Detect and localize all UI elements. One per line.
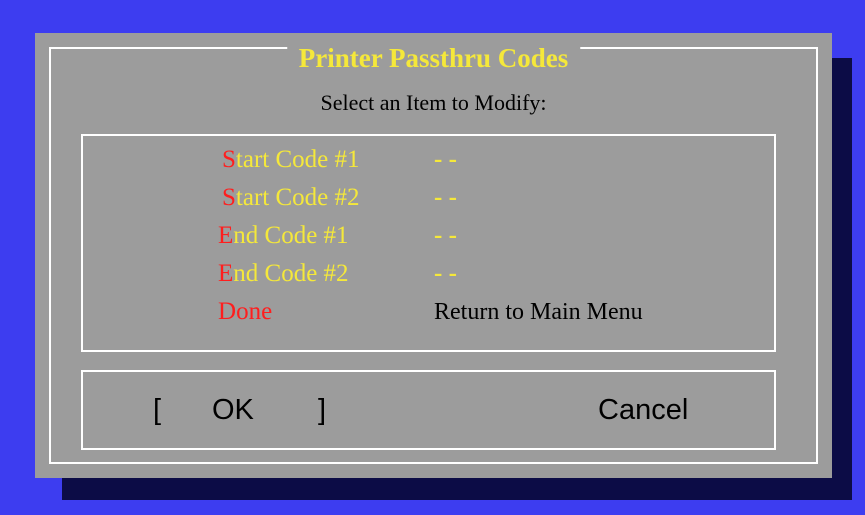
item-label: End Code #1	[218, 218, 349, 254]
menu-item-done[interactable]: Done Return to Main Menu	[83, 294, 763, 330]
cancel-button[interactable]: Cancel	[598, 372, 728, 448]
item-label: Start Code #2	[222, 180, 360, 216]
desktop-background: Printer Passthru Codes Select an Item to…	[0, 0, 865, 515]
item-label-text: tart Code #2	[235, 184, 360, 211]
ok-button[interactable]: [ OK ]	[153, 372, 343, 448]
select-prompt: Select an Item to Modify:	[320, 90, 547, 115]
item-value: - -	[434, 260, 457, 287]
item-value: Return to Main Menu	[434, 299, 643, 325]
item-label: End Code #2	[218, 256, 349, 292]
item-label-text: nd Code #2	[233, 260, 349, 287]
menu-item-start-code-1[interactable]: Start Code #1 - -	[83, 142, 763, 178]
item-label-text: tart Code #1	[235, 146, 360, 173]
ok-open-bracket: [	[153, 394, 162, 426]
ok-button-label: OK	[212, 394, 254, 426]
item-label: Start Code #1	[222, 142, 360, 178]
button-bar: [ OK ] Cancel	[81, 370, 776, 450]
menu-item-start-code-2[interactable]: Start Code #2 - -	[83, 180, 763, 216]
items-list: Start Code #1 - - Start Code #2 - - End …	[81, 134, 776, 352]
hotkey-letter: E	[218, 260, 234, 287]
item-label: Done	[218, 294, 272, 330]
menu-item-end-code-2[interactable]: End Code #2 - -	[83, 256, 763, 292]
hotkey-letter: S	[222, 184, 236, 211]
item-value: - -	[434, 184, 457, 211]
item-label-text: one	[236, 298, 273, 325]
item-value: - -	[434, 222, 457, 249]
item-label-text: nd Code #1	[233, 222, 349, 249]
hotkey-letter: E	[218, 222, 234, 249]
dialog-title: Printer Passthru Codes	[286, 43, 581, 73]
hotkey-letter: D	[218, 298, 237, 325]
cancel-button-label: Cancel	[598, 394, 689, 426]
item-value: - -	[434, 146, 457, 173]
menu-item-end-code-1[interactable]: End Code #1 - -	[83, 218, 763, 254]
hotkey-letter: S	[222, 146, 236, 173]
ok-close-bracket: ]	[318, 394, 327, 426]
printer-passthru-dialog: Printer Passthru Codes Select an Item to…	[35, 33, 832, 478]
